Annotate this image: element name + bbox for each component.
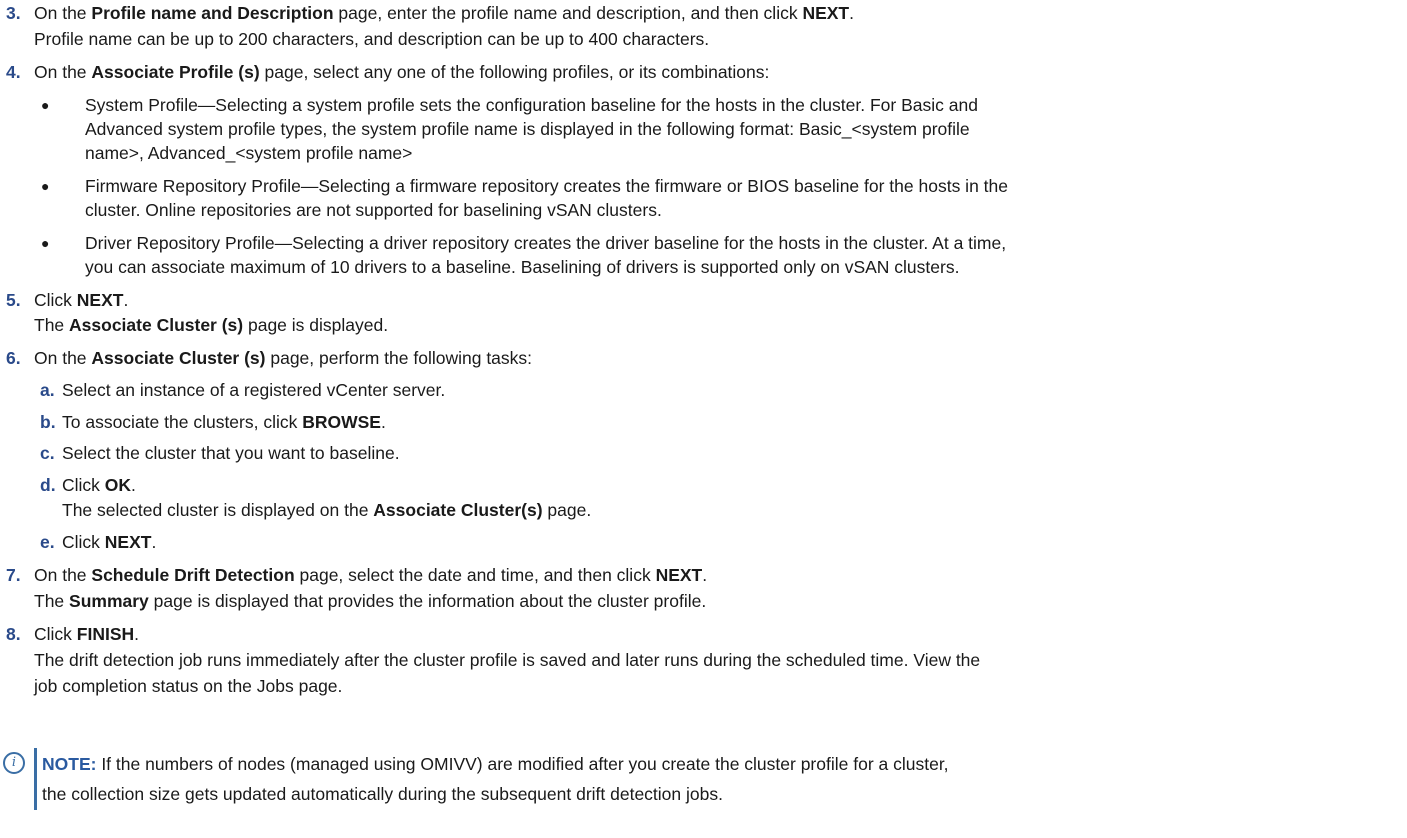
bold-term: Summary xyxy=(69,591,149,611)
bold-term: Associate Profile (s) xyxy=(91,62,260,82)
info-circle-icon: i xyxy=(3,752,25,774)
bold-term: OK xyxy=(104,475,132,495)
note-text-1: If the numbers of nodes (managed using O… xyxy=(96,754,949,774)
bullet-dot-icon: ● xyxy=(41,178,50,194)
substep-letter-c: c. xyxy=(40,443,55,463)
step-number-3: 3. xyxy=(6,3,21,23)
step-8-line-2: The drift detection job runs immediately… xyxy=(34,648,980,672)
text-run: . xyxy=(131,475,136,495)
bold-term: Associate Cluster (s) xyxy=(91,348,266,368)
bullet-3-line-2: you can associate maximum of 10 drivers … xyxy=(85,257,960,277)
text-run: On the xyxy=(34,62,92,82)
text-run: Click xyxy=(62,532,105,552)
text-run: . xyxy=(380,412,386,432)
text-run: page is displayed that provides the info… xyxy=(148,591,707,611)
step-5-line-1: Click NEXT. xyxy=(34,288,128,312)
bold-term: FINISH xyxy=(76,624,135,644)
text-run: . xyxy=(151,532,157,552)
text-run: . xyxy=(123,290,129,310)
text-run: The selected cluster is displayed on the xyxy=(62,500,374,520)
text-run: page, select any one of the following pr… xyxy=(259,62,770,82)
text-run: page, select the date and time, and then… xyxy=(294,565,656,585)
bold-term: Associate Cluster (s) xyxy=(69,315,244,335)
step-6-line-1: On the Associate Cluster (s) page, perfo… xyxy=(34,346,532,370)
step-7-line-1: On the Schedule Drift Detection page, se… xyxy=(34,563,707,587)
text-run: page. xyxy=(542,500,592,520)
text-run: . xyxy=(849,3,855,23)
bullet-2-line-1: Firmware Repository Profile—Selecting a … xyxy=(85,176,1008,196)
note-divider xyxy=(34,748,37,810)
text-run: page, enter the profile name and descrip… xyxy=(333,3,803,23)
text-run: Click xyxy=(62,475,105,495)
step-7-line-2: The Summary page is displayed that provi… xyxy=(34,589,706,613)
step-number-8: 8. xyxy=(6,624,21,644)
step-8-line-3: job completion status on the Jobs page. xyxy=(34,674,342,698)
substep-e-line-1: Click NEXT. xyxy=(62,530,156,554)
step-number-6: 6. xyxy=(6,348,21,368)
substep-letter-b: b. xyxy=(40,412,56,432)
substep-c-line-1: Select the cluster that you want to base… xyxy=(62,441,400,465)
bold-term: Schedule Drift Detection xyxy=(91,565,295,585)
text-run: . xyxy=(134,624,140,644)
note-line-2: the collection size gets updated automat… xyxy=(42,784,723,804)
text-run: Select the cluster that you want to base… xyxy=(62,443,400,463)
bold-term: Profile name and Description xyxy=(91,3,334,23)
bullet-1-line-3: name>, Advanced_<system profile name> xyxy=(85,143,413,163)
text-run: To associate the clusters, click xyxy=(62,412,303,432)
bullet-1-line-2: Advanced system profile types, the syste… xyxy=(85,119,970,139)
bold-term: NEXT xyxy=(104,532,152,552)
substep-letter-a: a. xyxy=(40,380,55,400)
text-run: job completion status on the Jobs page. xyxy=(34,676,343,696)
step-number-7: 7. xyxy=(6,565,21,585)
text-run: On the xyxy=(34,565,92,585)
text-run: On the xyxy=(34,3,92,23)
substep-letter-d: d. xyxy=(40,475,56,495)
bullet-2-line-2: cluster. Online repositories are not sup… xyxy=(85,200,662,220)
bold-term: NEXT xyxy=(802,3,850,23)
bold-term: NEXT xyxy=(655,565,703,585)
step-4-line-1: On the Associate Profile (s) page, selec… xyxy=(34,60,769,84)
text-run: The xyxy=(34,315,70,335)
bold-term: NEXT xyxy=(76,290,124,310)
text-run: . xyxy=(702,565,708,585)
bold-term: Associate Cluster(s) xyxy=(373,500,543,520)
bullet-dot-icon: ● xyxy=(41,235,50,251)
step-8-line-1: Click FINISH. xyxy=(34,622,139,646)
text-run: Click xyxy=(34,290,77,310)
step-number-5: 5. xyxy=(6,290,21,310)
bold-term: BROWSE xyxy=(302,412,381,432)
step-3-line-2: Profile name can be up to 200 characters… xyxy=(34,27,709,51)
text-run: The xyxy=(34,591,70,611)
substep-b-line-1: To associate the clusters, click BROWSE. xyxy=(62,410,386,434)
substep-d-line-2: The selected cluster is displayed on the… xyxy=(62,498,591,522)
step-3-line-1: On the Profile name and Description page… xyxy=(34,1,854,25)
text-run: page, perform the following tasks: xyxy=(265,348,533,368)
step-5-line-2: The Associate Cluster (s) page is displa… xyxy=(34,313,388,337)
text-run: Select an instance of a registered vCent… xyxy=(62,380,446,400)
step-number-4: 4. xyxy=(6,62,21,82)
bullet-1-line-1: System Profile—Selecting a system profil… xyxy=(85,95,978,115)
bullet-dot-icon: ● xyxy=(41,97,50,113)
text-run: Profile name can be up to 200 characters… xyxy=(34,29,710,49)
note-label: NOTE: xyxy=(42,754,97,774)
text-run: The drift detection job runs immediately… xyxy=(34,650,981,670)
note-line-1: NOTE: If the numbers of nodes (managed u… xyxy=(42,752,949,776)
substep-d-line-1: Click OK. xyxy=(62,473,136,497)
substep-letter-e: e. xyxy=(40,532,55,552)
substep-a-line-1: Select an instance of a registered vCent… xyxy=(62,378,445,402)
text-run: Click xyxy=(34,624,77,644)
bullet-3-line-1: Driver Repository Profile—Selecting a dr… xyxy=(85,233,1007,253)
text-run: On the xyxy=(34,348,92,368)
text-run: page is displayed. xyxy=(243,315,389,335)
